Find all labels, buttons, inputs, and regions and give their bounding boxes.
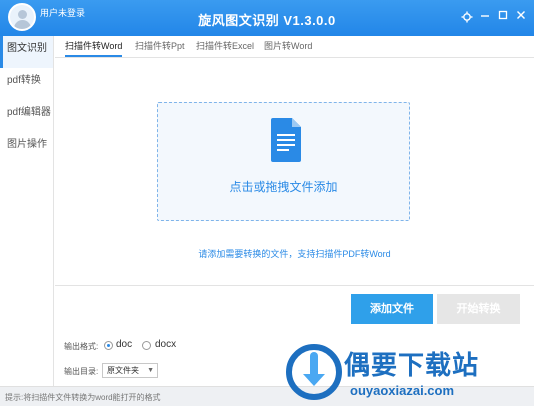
tab-scan-to-ppt[interactable]: 扫描件转Ppt — [135, 39, 185, 55]
document-icon — [271, 118, 301, 165]
format-option-doc[interactable]: doc — [116, 339, 132, 350]
tab-scan-to-word[interactable]: 扫描件转Word — [65, 39, 123, 57]
sidebar-item-pdf-convert[interactable]: pdf转换 — [0, 68, 53, 100]
chevron-down-icon: ▼ — [147, 367, 154, 374]
minimize-icon[interactable] — [477, 9, 493, 25]
output-format-label: 输出格式: — [64, 342, 99, 351]
watermark-title: 偶要下载站 — [344, 350, 480, 380]
format-radio-docx[interactable] — [142, 341, 151, 350]
maximize-icon[interactable] — [495, 9, 511, 25]
app-title: 旋风图文识别 V1.3.0.0 — [198, 13, 336, 28]
status-text: 提示:将扫描件文件转换为word能打开的格式 — [5, 393, 161, 402]
output-dir-label: 输出目录: — [64, 367, 99, 376]
sidebar-item-ocr[interactable]: 图文识别 — [0, 36, 53, 68]
tab-image-to-word[interactable]: 图片转Word — [264, 39, 312, 55]
output-dir-select[interactable]: 原文件夹 ▼ — [102, 363, 158, 378]
tab-scan-to-excel[interactable]: 扫描件转Excel — [196, 39, 254, 55]
sidebar-item-image-ops[interactable]: 图片操作 — [0, 132, 53, 164]
gear-icon[interactable] — [459, 9, 475, 25]
format-option-docx[interactable]: docx — [155, 339, 176, 350]
title-bar: 用户未登录 旋风图文识别 V1.3.0.0 — [0, 0, 534, 36]
supported-formats-hint: 请添加需要转换的文件，支持扫描件PDF转Word — [198, 249, 391, 259]
watermark-url: ouyaoxiazai.com — [350, 383, 455, 398]
file-drop-zone[interactable]: 点击或拖拽文件添加 — [157, 102, 410, 221]
output-dir-value: 原文件夹 — [107, 366, 139, 375]
tab-bar: 扫描件转Word 扫描件转Ppt 扫描件转Excel 图片转Word — [55, 36, 534, 58]
sidebar: 图文识别 pdf转换 pdf编辑器 图片操作 — [0, 36, 54, 386]
close-icon[interactable] — [513, 9, 529, 25]
drop-zone-label: 点击或拖拽文件添加 — [229, 180, 338, 194]
sidebar-item-pdf-editor[interactable]: pdf编辑器 — [0, 100, 53, 132]
add-file-button[interactable]: 添加文件 — [351, 294, 433, 324]
format-radio-doc[interactable] — [104, 341, 113, 350]
start-convert-button[interactable]: 开始转换 — [437, 294, 520, 324]
watermark-logo-icon — [286, 344, 342, 400]
site-watermark: 偶要下载站 ouyaoxiazai.com — [286, 342, 526, 402]
